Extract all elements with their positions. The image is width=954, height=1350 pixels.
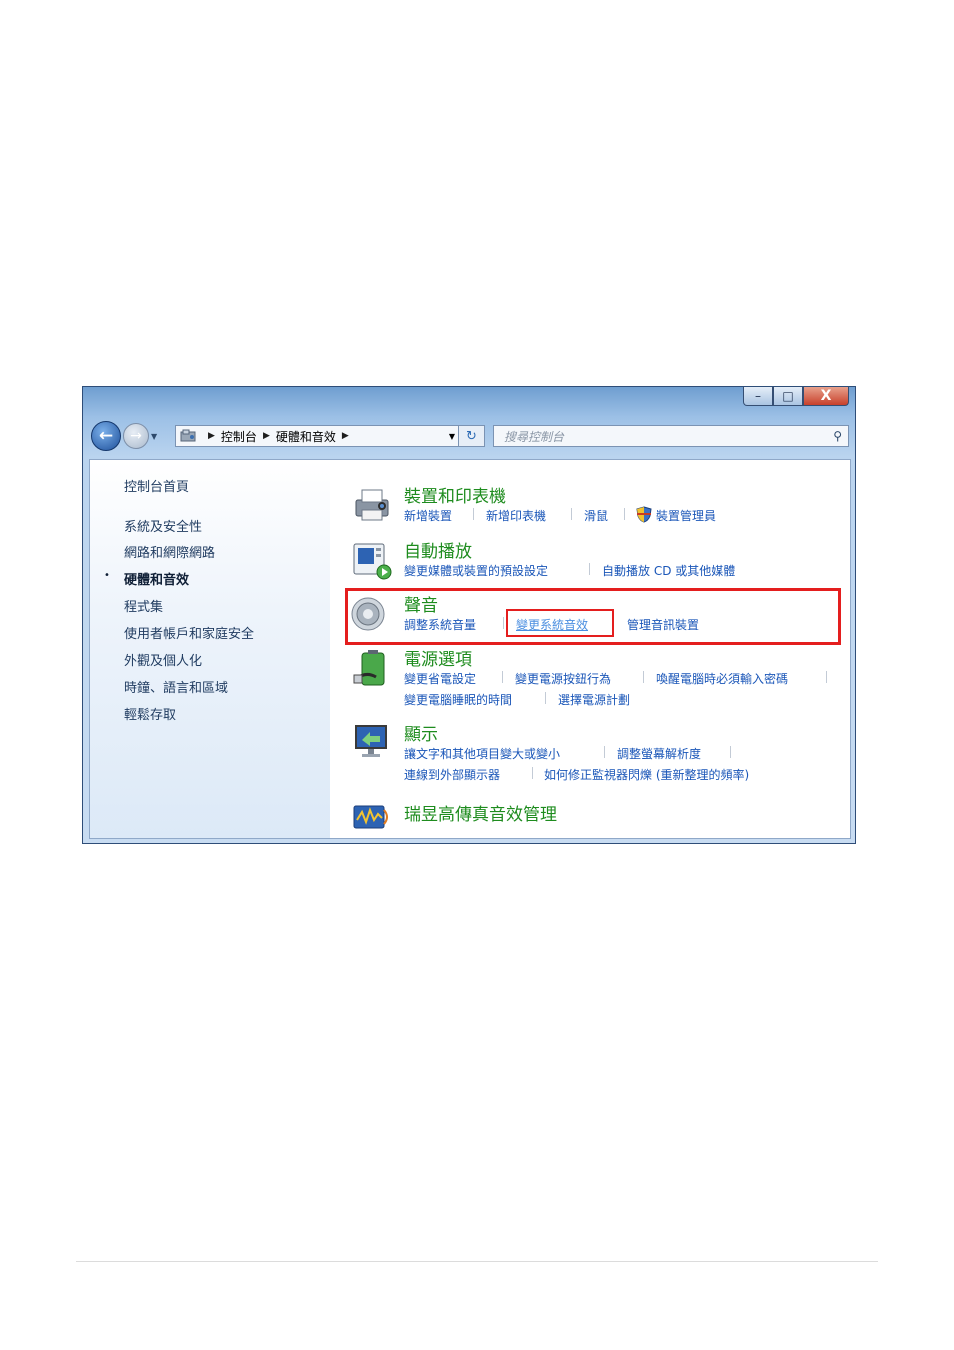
link-change-power-saving[interactable]: 變更省電設定: [404, 670, 476, 687]
link-choose-power-plan[interactable]: 選擇電源計劃: [558, 691, 630, 708]
address-bar[interactable]: ▶ 控制台 ▶ 硬體和音效 ▶ ▼: [175, 425, 459, 447]
highlight-change-system-sounds: [506, 609, 614, 637]
back-button[interactable]: ←: [91, 421, 121, 451]
breadcrumb-arrow-icon[interactable]: ▶: [342, 431, 349, 441]
sidebar-item-hardware-sound[interactable]: 硬體和音效: [124, 569, 189, 588]
sidebar-item-programs[interactable]: 程式集: [124, 596, 163, 615]
separator: [545, 692, 546, 704]
minimize-button[interactable]: –: [743, 387, 773, 406]
link-require-password-wake[interactable]: 喚醒電腦時必須輸入密碼: [656, 670, 788, 687]
link-change-sleep-time[interactable]: 變更電腦睡眠的時間: [404, 691, 512, 708]
breadcrumb-arrow-icon[interactable]: ▶: [263, 431, 270, 441]
link-add-device[interactable]: 新增裝置: [404, 507, 452, 524]
separator: [502, 671, 503, 683]
close-button[interactable]: X: [803, 387, 849, 406]
control-panel-icon: [180, 429, 198, 443]
link-add-printer[interactable]: 新增印表機: [486, 507, 546, 524]
sidebar-item-control-panel-home[interactable]: 控制台首頁: [124, 476, 189, 495]
category-display[interactable]: 顯示: [404, 720, 438, 745]
link-mouse[interactable]: 滑鼠: [584, 507, 608, 524]
breadcrumb-hardware-sound[interactable]: 硬體和音效: [276, 428, 336, 445]
sidebar-item-ease-of-access[interactable]: 輕鬆存取: [124, 704, 176, 723]
shield-icon: [636, 506, 652, 527]
link-autoplay-cd[interactable]: 自動播放 CD 或其他媒體: [602, 562, 735, 579]
breadcrumb-arrow-icon[interactable]: ▶: [208, 431, 215, 441]
autoplay-icon[interactable]: [352, 542, 392, 584]
printer-icon[interactable]: [352, 486, 392, 526]
address-dropdown-icon[interactable]: ▼: [449, 432, 455, 441]
separator: [826, 671, 827, 683]
category-realtek-hd-audio[interactable]: 瑞昱高傳真音效管理: [404, 800, 557, 825]
category-power-options[interactable]: 電源選項: [404, 645, 472, 670]
separator: [624, 508, 625, 520]
link-device-manager[interactable]: 裝置管理員: [656, 507, 716, 524]
link-adjust-resolution[interactable]: 調整螢幕解析度: [617, 745, 701, 762]
active-bullet-icon: •: [104, 570, 110, 581]
battery-icon[interactable]: [352, 649, 392, 693]
separator: [730, 746, 731, 758]
forward-button[interactable]: →: [123, 423, 149, 449]
search-icon[interactable]: ⚲: [833, 429, 842, 443]
recent-pages-dropdown-icon[interactable]: ▼: [151, 432, 157, 441]
separator: [473, 508, 474, 520]
link-power-button-behavior[interactable]: 變更電源按鈕行為: [515, 670, 611, 687]
realtek-audio-icon[interactable]: [352, 800, 392, 836]
separator: [571, 508, 572, 520]
monitor-icon[interactable]: [352, 722, 392, 766]
refresh-button[interactable]: ↻: [459, 425, 485, 447]
separator: [532, 767, 533, 779]
separator: [589, 563, 590, 575]
main-content: 裝置和印表機 新增裝置 新增印表機 滑鼠 裝置管理員 自動播放 變更媒體或裝置的…: [330, 459, 851, 839]
maximize-button[interactable]: □: [773, 387, 803, 406]
category-devices-printers[interactable]: 裝置和印表機: [404, 482, 506, 507]
link-make-text-larger[interactable]: 讓文字和其他項目變大或變小: [404, 745, 560, 762]
separator: [643, 671, 644, 683]
sidebar-item-network-internet[interactable]: 網路和網際網路: [124, 542, 215, 561]
sidebar-item-clock-language[interactable]: 時鐘、語言和區域: [124, 677, 228, 696]
navigation-buttons: ← → ▼: [91, 421, 157, 451]
link-fix-monitor-flicker[interactable]: 如何修正監視器閃爍 (重新整理的頻率): [544, 766, 749, 783]
separator: [604, 746, 605, 758]
search-box[interactable]: 搜尋控制台 ⚲: [493, 425, 849, 447]
link-connect-external-display[interactable]: 連線到外部顯示器: [404, 766, 500, 783]
refresh-icon: ↻: [466, 428, 477, 444]
sidebar-item-appearance[interactable]: 外觀及個人化: [124, 650, 202, 669]
search-input[interactable]: 搜尋控制台: [504, 428, 564, 445]
sidebar: 控制台首頁 系統及安全性 網路和網際網路 • 硬體和音效 程式集 使用者帳戶和家…: [89, 459, 330, 839]
category-autoplay[interactable]: 自動播放: [404, 537, 472, 562]
sidebar-item-user-accounts[interactable]: 使用者帳戶和家庭安全: [124, 623, 254, 642]
link-change-default-settings[interactable]: 變更媒體或裝置的預設設定: [404, 562, 548, 579]
sidebar-item-system-security[interactable]: 系統及安全性: [124, 516, 202, 535]
window-controls: – □ X: [743, 387, 849, 407]
page-divider: [76, 1261, 878, 1262]
breadcrumb-control-panel[interactable]: 控制台: [221, 428, 257, 445]
